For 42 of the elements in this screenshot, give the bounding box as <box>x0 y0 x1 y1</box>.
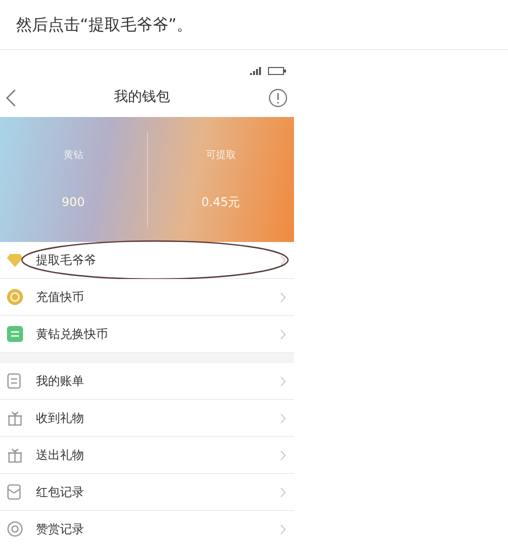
envelope-icon <box>7 484 21 500</box>
info-icon[interactable] <box>268 88 288 108</box>
chevron-icon <box>280 524 286 534</box>
chevron-icon <box>280 254 286 266</box>
menu-item-label: 红包记录 <box>36 484 84 501</box>
stat-value: 0.45元 <box>201 194 240 211</box>
gift-icon <box>7 447 23 463</box>
chevron-icon <box>280 292 286 302</box>
chevron-icon <box>280 376 286 386</box>
menu-item-label: 我的账单 <box>36 373 84 390</box>
menu-item[interactable]: 送出礼物 <box>0 437 294 474</box>
exchange-icon <box>7 326 23 342</box>
menu-item[interactable]: 我的账单 <box>0 363 294 400</box>
menu-item-label: 提取毛爷爷 <box>36 252 96 269</box>
menu-item[interactable]: 黄钻兑换快币 <box>0 316 294 353</box>
chevron-icon <box>280 412 286 424</box>
back-icon[interactable] <box>6 88 16 106</box>
chevron-icon <box>280 328 286 340</box>
menu-item-label: 充值快币 <box>36 289 84 306</box>
battery-icon <box>268 67 286 75</box>
medal-icon <box>7 521 23 537</box>
stat-label: 可提取 <box>206 149 236 163</box>
menu-item[interactable]: 红包记录 <box>0 474 294 511</box>
stat-label: 黄钻 <box>63 148 84 163</box>
diamond-icon <box>7 253 23 267</box>
menu-item[interactable]: 充值快币 <box>0 279 294 316</box>
stat-value: 900 <box>62 194 85 211</box>
menu-item-label: 黄钻兑换快币 <box>36 326 108 343</box>
coin-icon <box>7 289 23 305</box>
chevron-icon <box>280 450 286 460</box>
menu-item-label: 送出礼物 <box>36 447 84 464</box>
menu-item[interactable]: 提取毛爷爷 <box>0 242 294 279</box>
chevron-icon <box>280 486 286 498</box>
menu-item[interactable]: 收到礼物 <box>0 400 294 437</box>
gift-icon <box>7 410 23 426</box>
menu-item-label: 收到礼物 <box>36 410 84 427</box>
signal-icon <box>250 67 264 75</box>
nav-title: 我的钱包 <box>113 88 171 107</box>
bill-icon <box>7 373 21 389</box>
menu-item[interactable]: 赞赏记录 <box>0 511 294 545</box>
menu-item-label: 赞赏记录 <box>36 521 84 538</box>
caption-text: 然后点击“提取毛爷爷”。 <box>16 14 193 36</box>
